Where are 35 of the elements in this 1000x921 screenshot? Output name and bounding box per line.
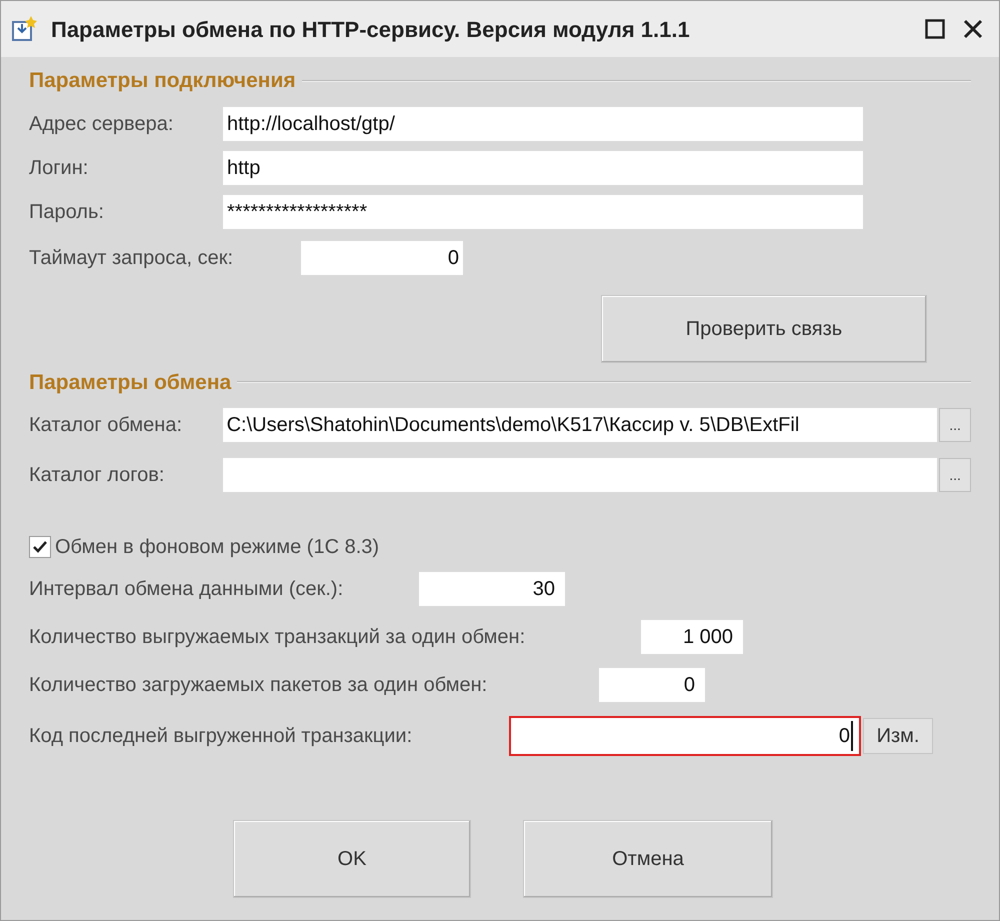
input-field[interactable]: 0	[301, 240, 463, 274]
browse-button[interactable]: ...	[939, 408, 971, 442]
cancel-button[interactable]: Отмена	[523, 820, 773, 898]
input-field[interactable]: C:\Users\Shatohin\Documents\demo\K517\Кассир v. 5\DB\ExtFil	[222, 408, 938, 442]
input-field[interactable]: 0	[599, 668, 705, 702]
input-field[interactable]: http://localhost/gtp/	[223, 106, 863, 140]
check-connection-button[interactable]: Проверить связь	[601, 294, 927, 362]
checkbox[interactable]	[29, 536, 51, 558]
window-title: Параметры обмена по HTTP-сервису. Версия модуля 1.1.1	[51, 16, 691, 44]
field-label: Каталог обмена:	[29, 413, 183, 438]
field-label: Пароль:	[29, 200, 105, 224]
field-label: Код последней выгруженной транзакции:	[29, 724, 414, 749]
section-heading: Параметры обмена	[29, 370, 232, 396]
input-field[interactable]	[222, 458, 938, 492]
input-field[interactable]: http	[223, 150, 863, 184]
edit-button[interactable]: Изм.	[863, 718, 933, 754]
app-icon	[9, 14, 39, 44]
field-label: Количество выгружаемых транзакций за один обмен:	[29, 625, 526, 650]
field-label: Количество загружаемых пакетов за один обмен:	[29, 673, 488, 698]
field-label: Интервал обмена данными (сек.):	[29, 577, 344, 602]
close-icon[interactable]	[963, 19, 983, 39]
input-field[interactable]: 1 000	[641, 620, 743, 654]
browse-button[interactable]: ...	[939, 458, 971, 492]
field-label: Каталог логов:	[29, 463, 166, 488]
ok-button[interactable]: OK	[233, 820, 471, 898]
field-label: Обмен в фоновом режиме (1С 8.3)	[55, 535, 380, 560]
section-heading: Параметры подключения	[29, 68, 296, 94]
field-label: Логин:	[29, 156, 90, 180]
input-field[interactable]: 30	[419, 572, 565, 606]
checkmark-icon	[32, 539, 48, 555]
input-field[interactable]: 0	[509, 716, 861, 756]
field-label: Адрес сервера:	[29, 112, 174, 136]
maximize-icon[interactable]	[925, 19, 945, 39]
input-field[interactable]: ******************	[223, 194, 863, 228]
field-label: Таймаут запроса, сек:	[29, 246, 234, 270]
